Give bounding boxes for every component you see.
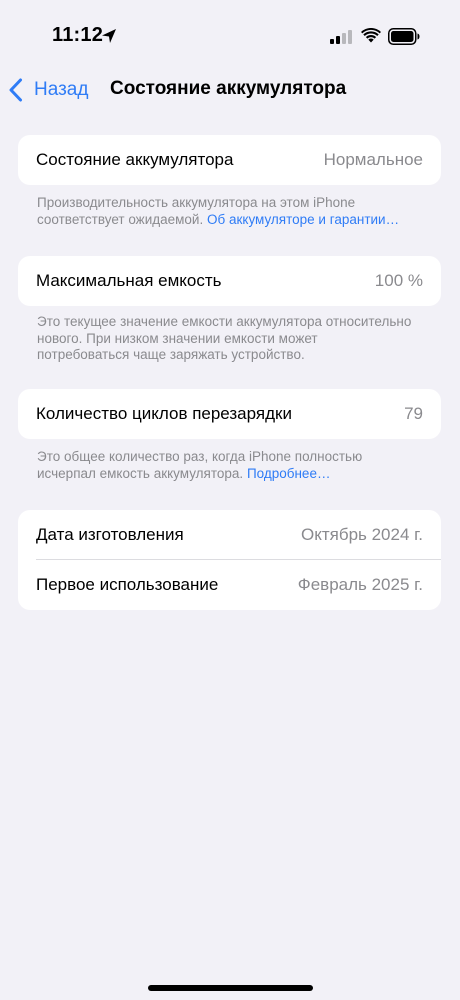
back-button[interactable]: Назад: [8, 74, 88, 106]
battery-health-label: Состояние аккумулятора: [36, 150, 234, 169]
max-capacity-row: Максимальная емкость 100 %: [18, 256, 441, 306]
location-arrow-icon: [102, 29, 116, 43]
battery-health-row: Состояние аккумулятора Нормальное: [18, 135, 441, 185]
status-bar: 11:12: [0, 0, 460, 74]
page-title: Состояние аккумулятора: [110, 78, 347, 99]
max-capacity-value: 100 %: [374, 271, 423, 290]
manufacture-date-row: Дата изготовления Октябрь 2024 г.: [18, 510, 441, 560]
first-use-label: Первое использование: [36, 575, 219, 594]
first-use-value: Февраль 2025 г.: [297, 575, 423, 594]
cycle-count-card: Количество циклов перезарядки 79: [18, 389, 441, 439]
battery-health-footnote: Производительность аккумулятора на этом …: [37, 195, 412, 228]
manufacture-date-value: Октябрь 2024 г.: [300, 525, 423, 544]
status-time: 11:12: [52, 24, 104, 46]
home-indicator[interactable]: [148, 985, 313, 991]
cellular-signal-icon: [330, 30, 352, 44]
wifi-icon: [361, 28, 381, 43]
cycle-count-value: 79: [404, 404, 423, 423]
cycle-count-label: Количество циклов перезарядки: [36, 404, 292, 423]
battery-health-value: Нормальное: [323, 150, 423, 169]
dates-card: Дата изготовления Октябрь 2024 г. Первое…: [18, 510, 441, 610]
back-button-label: Назад: [34, 79, 89, 100]
navigation-bar: Назад Состояние аккумулятора: [0, 74, 460, 106]
battery-warranty-link[interactable]: Об аккумуляторе и гарантии…: [207, 212, 399, 227]
first-use-row: Первое использование Февраль 2025 г.: [18, 560, 441, 610]
chevron-left-icon: [9, 78, 22, 102]
battery-icon: [388, 28, 420, 45]
battery-health-card: Состояние аккумулятора Нормальное: [18, 135, 441, 185]
max-capacity-label: Максимальная емкость: [36, 271, 222, 290]
max-capacity-footnote: Это текущее значение емкости аккумулятор…: [37, 314, 412, 362]
max-capacity-card: Максимальная емкость 100 %: [18, 256, 441, 306]
learn-more-link[interactable]: Подробнее…: [247, 466, 331, 481]
cycle-count-row: Количество циклов перезарядки 79: [18, 389, 441, 439]
cycle-count-footnote: Это общее количество раз, когда iPhone п…: [37, 449, 412, 482]
manufacture-date-label: Дата изготовления: [36, 525, 184, 544]
